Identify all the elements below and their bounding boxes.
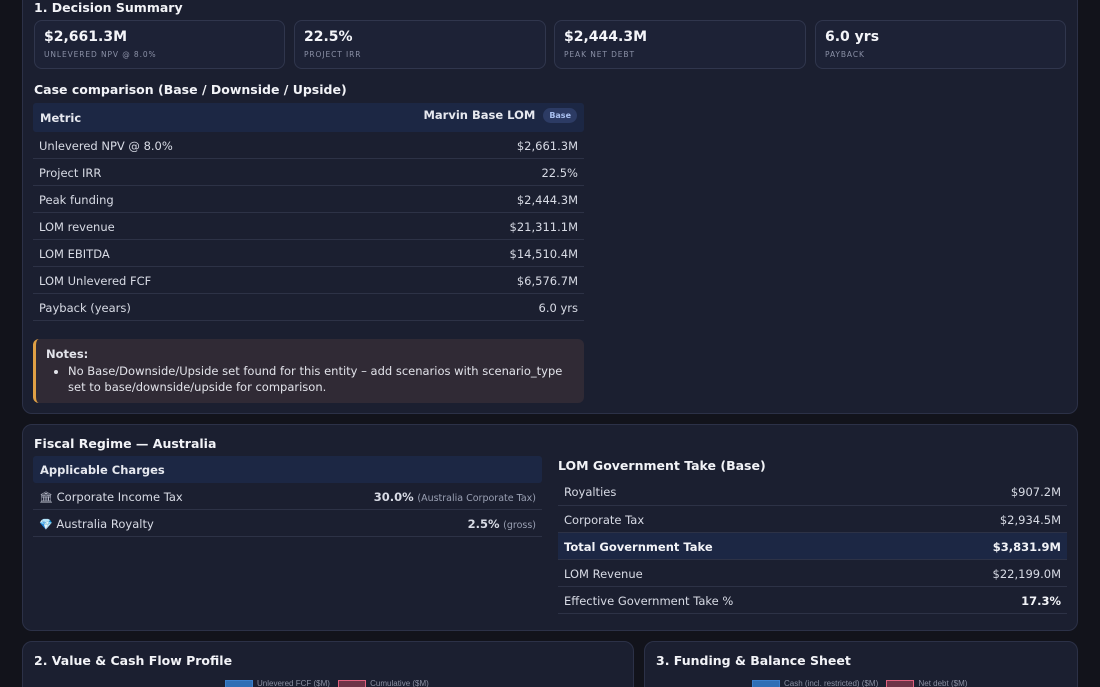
charge-row: 🏛 Corporate Income Tax 30.0% (Australia … — [33, 483, 542, 510]
gov-take-label: Corporate Tax — [564, 513, 645, 527]
gov-take-title: LOM Government Take (Base) — [558, 458, 766, 473]
gov-take-label: Royalties — [564, 485, 617, 499]
kpi-payback-card: 6.0 yrs PAYBACK — [815, 20, 1066, 69]
table-row: LOM EBITDA $14,510.4M — [33, 240, 584, 267]
gov-take-label: Total Government Take — [564, 540, 713, 554]
row-value: $14,510.4M — [509, 247, 578, 261]
gov-take-value: $907.2M — [1010, 485, 1061, 499]
gov-take-total-row: Total Government Take $3,831.9M — [558, 533, 1067, 560]
notes-title: Notes: — [46, 347, 89, 361]
col-case-header: Marvin Base LOM Base — [423, 108, 577, 123]
row-value: $2,661.3M — [516, 139, 578, 153]
kpi-peak-debt-value: $2,444.3M — [564, 29, 648, 45]
legend-label-cumulative: Cumulative ($M) — [370, 679, 429, 687]
funding-balance-title: 3. Funding & Balance Sheet — [656, 653, 851, 668]
row-metric: Peak funding — [39, 193, 114, 207]
charge-name-cell: 🏛 Corporate Income Tax — [39, 490, 183, 504]
legend-label-cash: Cash (incl. restricted) ($M) — [784, 679, 879, 687]
table-row: LOM Unlevered FCF $6,576.7M — [33, 267, 584, 294]
charges-header: Applicable Charges — [33, 456, 542, 483]
legend-swatch-net-debt — [886, 679, 915, 687]
gov-take-value: 17.3% — [1021, 594, 1061, 608]
row-metric: Project IRR — [39, 166, 102, 180]
col-case-label: Marvin Base LOM — [423, 108, 536, 122]
gov-take-row: Corporate Tax $2,934.5M — [558, 506, 1067, 533]
kpi-payback-value: 6.0 yrs — [825, 29, 880, 45]
decision-summary-title: 1. Decision Summary — [34, 0, 183, 15]
row-metric: Unlevered NPV @ 8.0% — [39, 139, 173, 153]
value-cashflow-legend: Unlevered FCF ($M) Cumulative ($M) — [225, 679, 429, 687]
charge-name-cell: 💎 Australia Royalty — [39, 517, 154, 531]
charge-rate-cell: 30.0% (Australia Corporate Tax) — [374, 490, 536, 504]
charge-name: Australia Royalty — [56, 517, 154, 531]
funding-legend: Cash (incl. restricted) ($M) Net debt ($… — [752, 679, 967, 687]
row-metric: Payback (years) — [39, 301, 131, 315]
charge-rate: 2.5% — [467, 517, 500, 531]
kpi-irr-value: 22.5% — [304, 29, 353, 45]
bank-icon: 🏛 — [39, 491, 53, 504]
gov-take-row: LOM Revenue $22,199.0M — [558, 560, 1067, 587]
charge-note: (gross) — [503, 520, 536, 531]
row-value: $21,311.1M — [509, 220, 578, 234]
gov-take-value: $22,199.0M — [992, 567, 1061, 581]
row-metric: LOM revenue — [39, 220, 115, 234]
col-metric-header: Metric — [40, 111, 82, 125]
legend-swatch-cumulative — [338, 679, 367, 687]
note-item: No Base/Downside/Upside set found for th… — [68, 363, 574, 395]
fiscal-regime-title: Fiscal Regime — Australia — [34, 436, 217, 451]
table-row: Payback (years) 6.0 yrs — [33, 294, 584, 321]
gem-icon: 💎 — [39, 518, 53, 531]
row-value: 22.5% — [541, 166, 578, 180]
notes-callout: Notes: No Base/Downside/Upside set found… — [33, 339, 584, 403]
kpi-npv-label: UNLEVERED NPV @ 8.0% — [44, 50, 157, 59]
legend-swatch-fcf — [225, 679, 253, 687]
table-row: Peak funding $2,444.3M — [33, 186, 584, 213]
table-row: Project IRR 22.5% — [33, 159, 584, 186]
gov-take-value: $2,934.5M — [999, 513, 1061, 527]
kpi-payback-label: PAYBACK — [825, 50, 865, 59]
kpi-peak-debt-label: PEAK NET DEBT — [564, 50, 635, 59]
row-value: $6,576.7M — [516, 274, 578, 288]
table-row: Unlevered NPV @ 8.0% $2,661.3M — [33, 132, 584, 159]
case-comparison-title: Case comparison (Base / Downside / Upsid… — [34, 82, 347, 97]
legend-label-fcf: Unlevered FCF ($M) — [257, 679, 330, 687]
case-table-header: Metric Marvin Base LOM Base — [33, 103, 584, 132]
row-value: $2,444.3M — [516, 193, 578, 207]
gov-take-row: Royalties $907.2M — [558, 478, 1067, 506]
legend-swatch-cash — [752, 679, 780, 687]
charge-row: 💎 Australia Royalty 2.5% (gross) — [33, 510, 542, 537]
row-value: 6.0 yrs — [538, 301, 578, 315]
gov-take-label: Effective Government Take % — [564, 594, 734, 608]
row-metric: LOM EBITDA — [39, 247, 110, 261]
legend-label-net-debt: Net debt ($M) — [918, 679, 968, 687]
charge-note: (Australia Corporate Tax) — [417, 493, 536, 504]
row-metric: LOM Unlevered FCF — [39, 274, 152, 288]
value-cashflow-title: 2. Value & Cash Flow Profile — [34, 653, 233, 668]
base-badge: Base — [543, 108, 577, 123]
notes-list: No Base/Downside/Upside set found for th… — [68, 363, 574, 395]
kpi-npv-card: $2,661.3M UNLEVERED NPV @ 8.0% — [34, 20, 285, 69]
gov-take-label: LOM Revenue — [564, 567, 643, 581]
kpi-peak-debt-card: $2,444.3M PEAK NET DEBT — [554, 20, 806, 69]
kpi-irr-label: PROJECT IRR — [304, 50, 362, 59]
charge-rate-cell: 2.5% (gross) — [468, 517, 536, 531]
charge-name: Corporate Income Tax — [56, 490, 183, 504]
kpi-npv-value: $2,661.3M — [44, 29, 128, 45]
gov-take-row: Effective Government Take % 17.3% — [558, 587, 1067, 614]
table-row: LOM revenue $21,311.1M — [33, 213, 584, 240]
charges-header-label: Applicable Charges — [40, 463, 165, 477]
charge-rate: 30.0% — [373, 490, 414, 504]
gov-take-value: $3,831.9M — [992, 540, 1061, 554]
kpi-irr-card: 22.5% PROJECT IRR — [294, 20, 546, 69]
